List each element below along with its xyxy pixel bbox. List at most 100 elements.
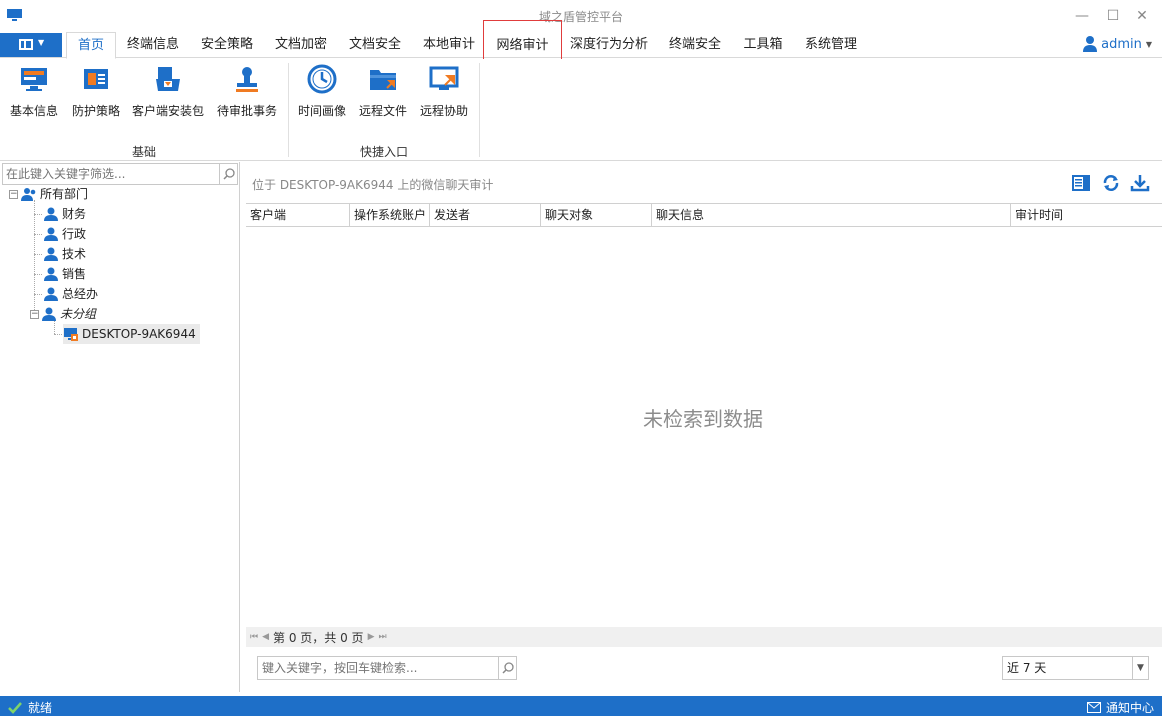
column-header-audit-time[interactable]: 审计时间 — [1011, 204, 1162, 226]
collapse-icon[interactable]: − — [30, 309, 39, 319]
username: admin — [1101, 36, 1142, 52]
next-page-icon[interactable]: ▶ — [368, 632, 375, 642]
search-icon — [223, 168, 235, 180]
period-value: 近 7 天 — [1007, 661, 1047, 675]
tab-deep-behavior-analysis[interactable]: 深度行为分析 — [568, 32, 650, 58]
tab-security-policy[interactable]: 安全策略 — [196, 32, 258, 58]
tree-label: 销售 — [62, 267, 87, 281]
monitor-icon — [21, 68, 47, 91]
folder-icon — [370, 70, 396, 90]
notification-center-button[interactable]: 通知中心 — [1086, 699, 1154, 716]
prev-page-icon[interactable]: ◀ — [262, 632, 269, 642]
tree-connector — [34, 274, 42, 275]
tree-item-sales[interactable]: 销售 — [44, 264, 86, 284]
tab-terminal-info[interactable]: 终端信息 — [122, 32, 184, 58]
location-breadcrumb: 位于 DESKTOP-9AK6944 上的微信聊天审计 — [252, 178, 494, 192]
minimize-button[interactable]: — — [1068, 6, 1096, 26]
app-menu-button[interactable]: ▼ — [0, 33, 62, 57]
stamp-icon — [236, 67, 258, 92]
first-page-icon[interactable]: ⏮ — [250, 632, 258, 642]
column-header-sender[interactable]: 发送者 — [430, 204, 541, 226]
group-icon — [21, 188, 36, 201]
column-header-chat-message[interactable]: 聊天信息 — [652, 204, 1011, 226]
tree-label: 所有部门 — [40, 187, 89, 201]
tree-label: 财务 — [62, 207, 87, 221]
tree-filter — [2, 163, 238, 185]
protection-policy-button[interactable]: 防护策略 — [68, 63, 124, 119]
tree-label: 总经办 — [62, 287, 99, 301]
check-icon — [8, 701, 22, 714]
column-header-chat-target[interactable]: 聊天对象 — [541, 204, 652, 226]
empty-state-message: 未检索到数据 — [643, 407, 763, 431]
remote-file-label: 远程文件 — [358, 104, 407, 118]
mail-icon — [1086, 702, 1101, 713]
column-settings-icon[interactable] — [1071, 174, 1091, 192]
pagination-bar: ⏮ ◀ 第 0 页，共 0 页 ▶ ⏭ — [246, 627, 1162, 647]
tree-item-general-office[interactable]: 总经办 — [44, 284, 98, 304]
pending-approval-button[interactable]: 待审批事务 — [213, 63, 281, 119]
time-profile-label: 时间画像 — [297, 104, 346, 118]
tree-connector — [34, 200, 35, 314]
tab-doc-encryption[interactable]: 文档加密 — [270, 32, 332, 58]
chevron-down-icon: ▼ — [1132, 657, 1148, 679]
tree-item-tech[interactable]: 技术 — [44, 244, 86, 264]
user-group-icon — [44, 287, 58, 301]
remote-assist-button[interactable]: 远程协助 — [416, 63, 472, 119]
chevron-down-icon: ▼ — [1145, 39, 1152, 49]
clock-icon — [307, 64, 337, 94]
tree-item-admin[interactable]: 行政 — [44, 224, 86, 244]
period-select[interactable]: 近 7 天 ▼ — [1002, 656, 1149, 680]
tab-toolbox[interactable]: 工具箱 — [738, 32, 788, 58]
tree-label: 技术 — [62, 247, 87, 261]
download-icon[interactable] — [1130, 174, 1150, 192]
column-header-client[interactable]: 客户端 — [246, 204, 350, 226]
maximize-button[interactable]: ☐ — [1099, 6, 1127, 26]
group-divider — [479, 63, 480, 157]
title-bar: 域之盾管控平台 — ☐ ✕ — [0, 0, 1162, 32]
close-button[interactable]: ✕ — [1128, 6, 1156, 26]
tree-connector — [34, 254, 42, 255]
keyword-search — [257, 656, 517, 680]
tree-root-all-departments[interactable]: − 所有部门 — [9, 184, 88, 204]
tree-connector — [34, 234, 42, 235]
user-menu[interactable]: admin ▼ — [1083, 36, 1152, 52]
notification-center-label: 通知中心 — [1105, 701, 1154, 715]
collapse-icon[interactable]: − — [9, 189, 18, 199]
user-group-icon — [44, 247, 58, 261]
protection-policy-label: 防护策略 — [71, 104, 120, 118]
basic-info-button[interactable]: 基本信息 — [6, 63, 62, 119]
tab-network-audit[interactable]: 网络审计 — [483, 20, 562, 64]
tab-system-management[interactable]: 系统管理 — [800, 32, 862, 58]
tab-home[interactable]: 首页 — [66, 32, 116, 59]
tab-row: ▼ 首页 终端信息 安全策略 文档加密 文档安全 本地审计 网络审计 深度行为分… — [0, 20, 1162, 64]
status-bar: 就绪 通知中心 — [0, 696, 1162, 716]
user-group-icon — [44, 227, 58, 241]
search-icon — [502, 662, 514, 674]
tree-connector — [34, 214, 42, 215]
tab-terminal-security[interactable]: 终端安全 — [664, 32, 726, 58]
tab-local-audit[interactable]: 本地审计 — [418, 32, 480, 58]
keyword-search-input[interactable] — [258, 657, 496, 679]
basic-info-label: 基本信息 — [9, 104, 58, 118]
tree-filter-input[interactable] — [3, 164, 213, 184]
column-header-os-account[interactable]: 操作系统账户 — [350, 204, 430, 226]
tree-item-device[interactable]: DESKTOP-9AK6944 — [63, 324, 200, 344]
search-button[interactable] — [219, 164, 237, 184]
status-ready: 就绪 — [8, 699, 52, 716]
user-icon — [1083, 36, 1098, 52]
client-package-button[interactable]: 客户端安装包 — [129, 63, 207, 119]
user-group-icon — [44, 207, 58, 221]
refresh-icon[interactable] — [1101, 174, 1121, 192]
remote-file-button[interactable]: 远程文件 — [355, 63, 411, 119]
tree-item-finance[interactable]: 财务 — [44, 204, 86, 224]
computer-lock-icon — [64, 328, 78, 341]
tab-doc-security[interactable]: 文档安全 — [344, 32, 406, 58]
time-profile-button[interactable]: 时间画像 — [294, 63, 350, 119]
tree-item-ungrouped[interactable]: − 未分组 — [30, 304, 96, 324]
remote-screen-icon — [429, 66, 459, 90]
chevron-down-icon: ▼ — [38, 38, 45, 47]
last-page-icon[interactable]: ⏭ — [378, 632, 386, 642]
department-tree-panel: − 所有部门 财务 行政 技术 销售 总经办 − 未分组 — [0, 162, 240, 692]
search-button[interactable] — [498, 657, 516, 679]
user-group-icon — [42, 307, 56, 321]
